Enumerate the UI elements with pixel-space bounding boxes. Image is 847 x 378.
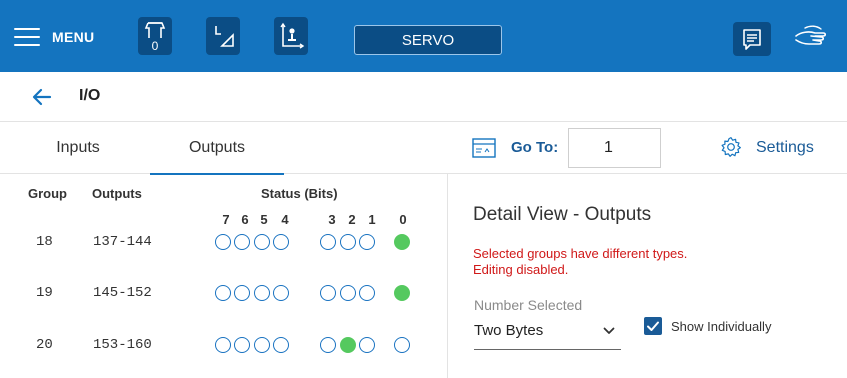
tab-inputs[interactable]: Inputs (20, 122, 136, 174)
chat-button[interactable] (733, 22, 771, 56)
jog-mode-icon (215, 26, 234, 47)
detail-warning: Selected groups have different types. Ed… (473, 246, 793, 278)
hand-guide-button[interactable] (791, 22, 831, 56)
bit-indicator[interactable] (394, 285, 410, 301)
bit-label: 3 (328, 212, 336, 227)
coordinate-frame-button[interactable] (274, 17, 308, 55)
hand-guide-icon (795, 25, 827, 45)
group-number: 19 (36, 285, 53, 301)
menu-button[interactable]: MENU (14, 18, 94, 56)
chat-icon (743, 29, 761, 50)
warning-line: Selected groups have different types. (473, 246, 688, 261)
bit-label: 4 (281, 212, 289, 227)
bit-label: 5 (260, 212, 268, 227)
jog-mode-button[interactable] (206, 17, 240, 55)
output-range: 137-144 (93, 234, 152, 250)
bit-indicator[interactable] (215, 234, 231, 250)
panel-divider (447, 174, 448, 378)
bit-label: 2 (348, 212, 356, 227)
goto-icon (472, 138, 496, 158)
bit-indicator[interactable] (394, 234, 410, 250)
back-arrow-icon[interactable] (30, 86, 54, 108)
bit-indicator[interactable] (273, 234, 289, 250)
goto-label: Go To: (511, 139, 559, 156)
table-row[interactable]: 19 145-152 (0, 279, 447, 309)
output-range: 145-152 (93, 285, 152, 301)
settings-link[interactable]: Settings (756, 139, 814, 157)
menu-label: MENU (52, 29, 95, 45)
show-individually-toggle[interactable]: Show Individually (644, 316, 771, 336)
number-selected-label: Number Selected (474, 297, 583, 313)
bit-indicator[interactable] (215, 285, 231, 301)
table-row[interactable]: 18 137-144 (0, 228, 447, 258)
bit-label: 6 (241, 212, 249, 227)
tab-outputs[interactable]: Outputs (150, 122, 284, 175)
bit-indicator[interactable] (359, 234, 375, 250)
bit-indicator[interactable] (320, 285, 336, 301)
table-row[interactable]: 20 153-160 (0, 331, 447, 361)
bit-indicator[interactable] (340, 234, 356, 250)
bit-indicator[interactable] (340, 337, 356, 353)
goto-input[interactable] (568, 128, 661, 168)
show-individually-checkbox[interactable] (644, 317, 662, 335)
bit-label: 1 (368, 212, 376, 227)
bit-label: 7 (222, 212, 230, 227)
bit-indicator[interactable] (320, 337, 336, 353)
bit-indicator[interactable] (254, 337, 270, 353)
menu-icon (14, 28, 40, 46)
chevron-down-icon (603, 327, 615, 334)
bit-indicator[interactable] (394, 337, 410, 353)
page-title: I/O (79, 87, 101, 104)
bit-label: 0 (399, 212, 407, 227)
gripper-button[interactable]: 0 (138, 17, 172, 55)
header-status-bits: Status (Bits) (261, 186, 338, 201)
bit-indicator[interactable] (234, 285, 250, 301)
header-group: Group (28, 186, 67, 201)
bit-indicator[interactable] (254, 285, 270, 301)
detail-title: Detail View - Outputs (473, 204, 652, 225)
bit-indicator[interactable] (273, 285, 289, 301)
warning-line: Editing disabled. (473, 262, 569, 277)
gripper-count: 0 (151, 39, 159, 53)
bit-indicator[interactable] (359, 285, 375, 301)
coordinate-frame-icon (280, 22, 305, 49)
gear-icon[interactable] (720, 136, 742, 158)
bit-indicator[interactable] (215, 337, 231, 353)
group-number: 20 (36, 337, 53, 353)
bit-indicator[interactable] (340, 285, 356, 301)
number-selected-dropdown[interactable]: Two Bytes (474, 318, 621, 350)
bit-indicator[interactable] (273, 337, 289, 353)
show-individually-label: Show Individually (671, 318, 772, 334)
output-range: 153-160 (93, 337, 152, 353)
title-row: I/O (0, 72, 847, 122)
check-icon (647, 321, 659, 331)
servo-button[interactable]: SERVO (354, 25, 502, 55)
bit-indicator[interactable] (234, 234, 250, 250)
bit-indicator[interactable] (359, 337, 375, 353)
header-outputs: Outputs (92, 186, 142, 201)
top-bar: MENU 0 SERVO (0, 0, 847, 72)
bit-indicator[interactable] (234, 337, 250, 353)
bit-indicator[interactable] (320, 234, 336, 250)
bit-indicator[interactable] (254, 234, 270, 250)
group-number: 18 (36, 234, 53, 250)
number-selected-value: Two Bytes (474, 322, 544, 339)
